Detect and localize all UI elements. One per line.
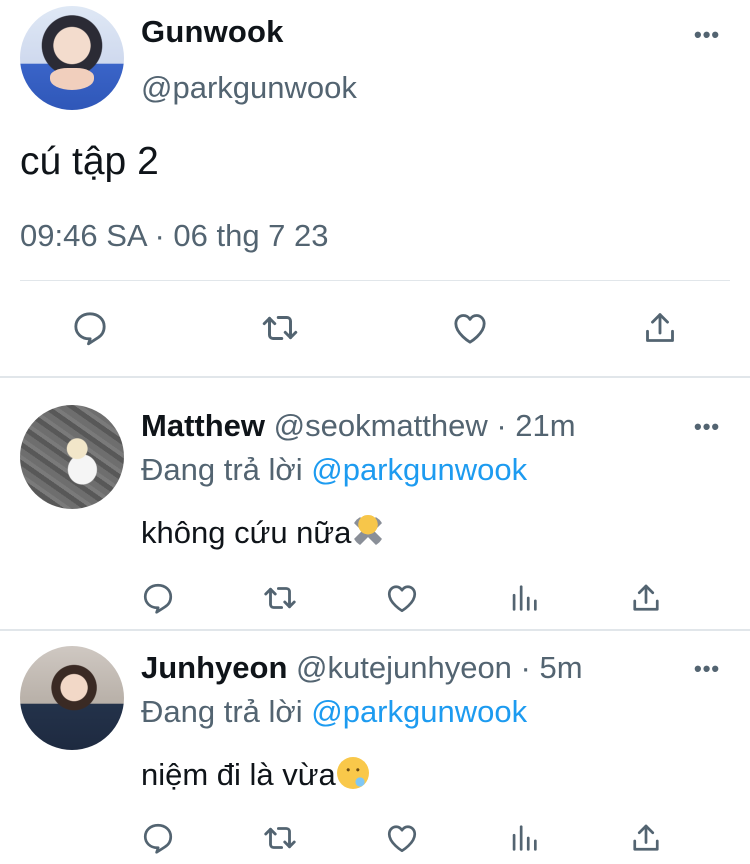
reply-header: Junhyeon @kutejunhyeon · 5m (141, 650, 583, 686)
reply-header: Matthew @seokmatthew · 21m (141, 408, 576, 444)
mention-link[interactable]: @parkgunwook (311, 452, 527, 487)
divider (20, 280, 730, 281)
avatar[interactable] (20, 405, 124, 509)
avatar[interactable] (20, 6, 124, 110)
reply-text-row: niệm đi là vừa (141, 757, 369, 793)
share-icon[interactable] (624, 576, 668, 620)
avatar[interactable] (20, 646, 124, 750)
divider (0, 629, 750, 631)
tweet-text: cú tập 2 (20, 140, 159, 183)
reply-text: không cứu nữa (141, 515, 352, 550)
tweet-timestamp[interactable]: 09:46 SA · 06 thg 7 23 (20, 218, 329, 254)
display-name[interactable]: Matthew (141, 408, 265, 443)
retweet-icon[interactable] (258, 576, 302, 620)
replying-to: Đang trả lời @parkgunwook (141, 452, 527, 488)
share-icon[interactable] (638, 306, 682, 350)
separator: · (487, 408, 516, 443)
reply-time[interactable]: 21m (515, 408, 575, 443)
avatar-detail (50, 68, 94, 90)
reply-icon[interactable] (136, 576, 180, 620)
more-options-icon[interactable]: ••• (694, 22, 720, 48)
replying-prefix: Đang trả lời (141, 694, 312, 729)
analytics-icon[interactable] (502, 816, 546, 860)
sleepy-face-emoji-icon (336, 757, 369, 789)
share-icon[interactable] (624, 816, 668, 860)
reply-text-row: không cứu nữa (141, 515, 385, 551)
retweet-icon[interactable] (258, 816, 302, 860)
reply-icon[interactable] (68, 306, 112, 350)
reply-icon[interactable] (136, 816, 180, 860)
like-icon[interactable] (448, 306, 492, 350)
user-handle[interactable]: @seokmatthew (274, 408, 488, 443)
reply-text: niệm đi là vừa (141, 757, 336, 792)
more-options-icon[interactable]: ••• (694, 414, 720, 440)
display-name[interactable]: Gunwook (141, 14, 284, 50)
separator: · (511, 650, 540, 685)
user-handle[interactable]: @parkgunwook (141, 70, 357, 106)
reply-time[interactable]: 5m (540, 650, 583, 685)
replying-to: Đang trả lời @parkgunwook (141, 694, 527, 730)
replying-prefix: Đang trả lời (141, 452, 312, 487)
like-icon[interactable] (380, 816, 424, 860)
like-icon[interactable] (380, 576, 424, 620)
divider (0, 376, 750, 378)
user-handle[interactable]: @kutejunhyeon (296, 650, 512, 685)
retweet-icon[interactable] (258, 306, 302, 350)
analytics-icon[interactable] (502, 576, 546, 620)
mention-link[interactable]: @parkgunwook (311, 694, 527, 729)
display-name[interactable]: Junhyeon (141, 650, 287, 685)
more-options-icon[interactable]: ••• (694, 656, 720, 682)
person-gesturing-no-emoji-icon (352, 515, 385, 547)
